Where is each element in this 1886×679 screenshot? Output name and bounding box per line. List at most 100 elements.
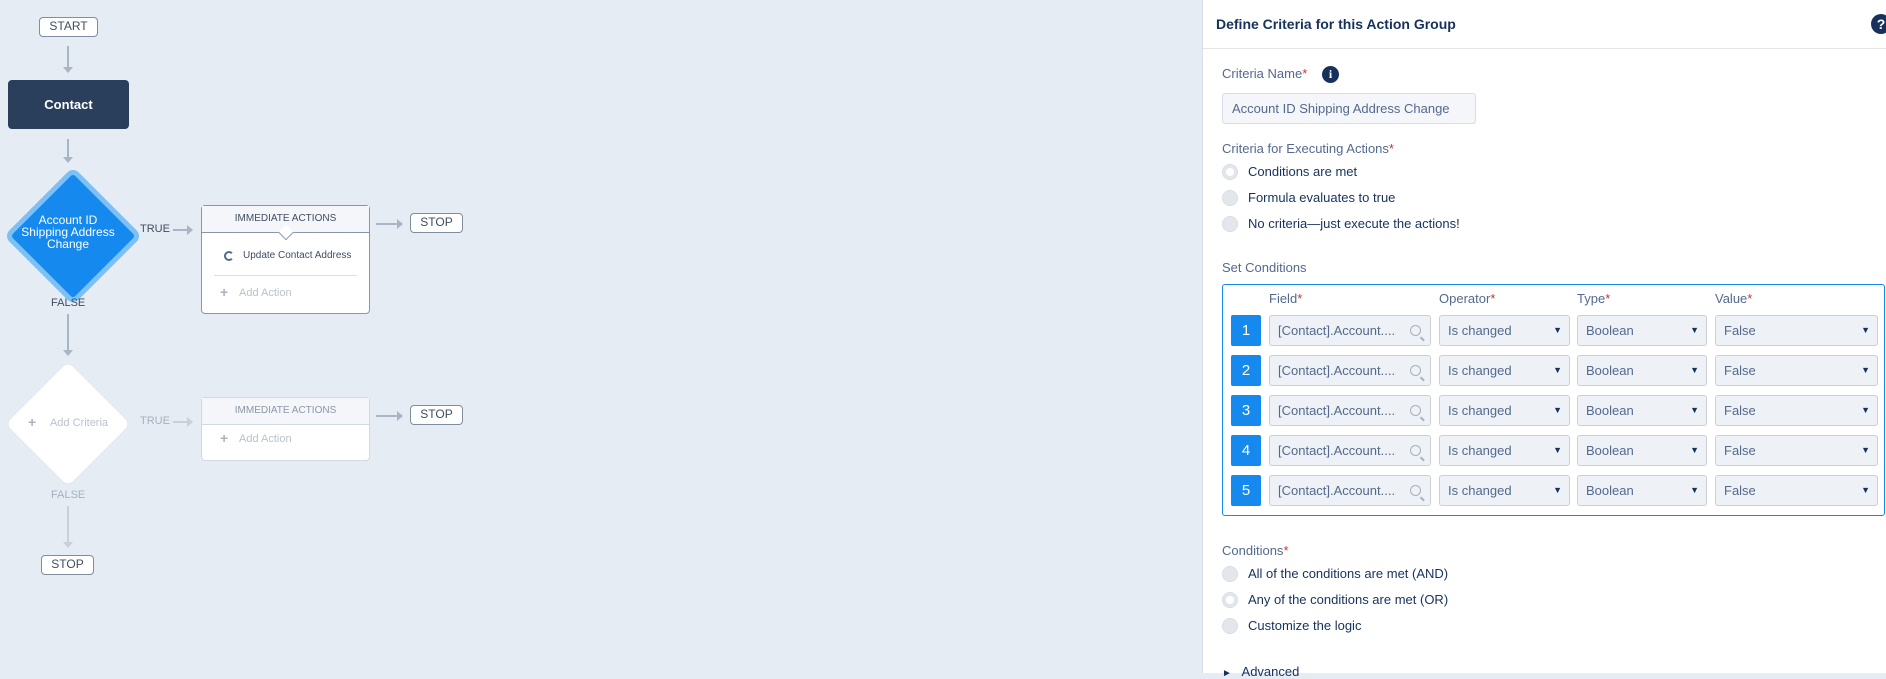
start-node[interactable]: START [39, 17, 98, 37]
criteria-exec-label: Criteria for Executing Actions* [1222, 141, 1394, 156]
col-value: Value* [1715, 291, 1752, 306]
row-number: 1 [1231, 315, 1261, 346]
plus-icon: + [28, 414, 37, 430]
caret-down-icon: ▼ [1690, 365, 1699, 375]
action-item-label: Update Contact Address [243, 250, 352, 261]
chevron-right-icon: ► [1222, 668, 1232, 679]
connector-arrow [63, 157, 73, 163]
operator-select[interactable]: Is changed ▼ [1439, 395, 1570, 426]
operator-select[interactable]: Is changed ▼ [1439, 435, 1570, 466]
advanced-label: Advanced [1241, 664, 1300, 679]
header-pointer [277, 224, 294, 241]
refresh-icon [224, 251, 234, 261]
search-icon [1410, 405, 1421, 416]
connector [173, 421, 187, 423]
panel-title: Define Criteria for this Action Group [1216, 16, 1456, 32]
value-select[interactable]: False ▼ [1715, 475, 1878, 506]
operator-value: Is changed [1448, 403, 1512, 418]
conditions-label: Conditions* [1222, 543, 1289, 558]
caret-down-icon: ▼ [1861, 485, 1870, 495]
field-lookup[interactable]: [Contact].Account.... [1269, 435, 1431, 466]
radio-conditions-met-label: Conditions are met [1248, 164, 1358, 179]
connector [67, 46, 69, 68]
type-select[interactable]: Boolean ▼ [1577, 355, 1707, 386]
row-number: 4 [1231, 435, 1261, 466]
operator-select[interactable]: Is changed ▼ [1439, 475, 1570, 506]
panel-header: Define Criteria for this Action Group ? [1203, 0, 1886, 49]
type-select[interactable]: Boolean ▼ [1577, 315, 1707, 346]
help-icon[interactable]: ? [1871, 14, 1886, 34]
search-icon [1410, 445, 1421, 456]
connector [376, 223, 397, 225]
info-icon[interactable]: i [1322, 66, 1339, 83]
connector-arrow [187, 417, 193, 427]
caret-down-icon: ▼ [1553, 445, 1562, 455]
caret-down-icon: ▼ [1553, 405, 1562, 415]
immediate-actions-box[interactable]: IMMEDIATE ACTIONS Update Contact Address… [201, 205, 370, 314]
required-mark: * [1388, 141, 1394, 156]
immediate-actions-box[interactable]: IMMEDIATE ACTIONS + Add Action [201, 397, 370, 461]
process-canvas[interactable]: START Contact Account ID Shipping Addres… [0, 0, 1202, 673]
col-operator: Operator* [1439, 291, 1495, 306]
connector-arrow [63, 542, 73, 548]
add-action-button[interactable]: + Add Action [202, 284, 387, 305]
col-field: Field* [1269, 291, 1302, 306]
caret-down-icon: ▼ [1861, 445, 1870, 455]
type-select[interactable]: Boolean ▼ [1577, 395, 1707, 426]
caret-down-icon: ▼ [1553, 325, 1562, 335]
value-select[interactable]: False ▼ [1715, 435, 1878, 466]
criteria-panel: Define Criteria for this Action Group ? … [1202, 0, 1886, 679]
value-select[interactable]: False ▼ [1715, 355, 1878, 386]
search-icon [1410, 485, 1421, 496]
field-lookup[interactable]: [Contact].Account.... [1269, 475, 1431, 506]
stop-node[interactable]: STOP [410, 213, 463, 233]
col-field-text: Field [1269, 291, 1298, 306]
criteria-name-input[interactable]: Account ID Shipping Address Change [1222, 93, 1476, 124]
col-operator-text: Operator [1439, 291, 1491, 306]
advanced-toggle[interactable]: ► Advanced [1222, 664, 1299, 679]
caret-down-icon: ▼ [1861, 325, 1870, 335]
radio-no-criteria[interactable] [1222, 216, 1238, 232]
criteria-exec-text: Criteria for Executing Actions [1222, 141, 1389, 156]
value-select[interactable]: False ▼ [1715, 315, 1878, 346]
stop-node[interactable]: STOP [410, 405, 463, 425]
row-number: 3 [1231, 395, 1261, 426]
add-action-label: Add Action [239, 433, 292, 445]
connector [67, 139, 69, 157]
field-lookup[interactable]: [Contact].Account.... [1269, 315, 1431, 346]
field-value: [Contact].Account.... [1278, 403, 1396, 418]
operator-select[interactable]: Is changed ▼ [1439, 315, 1570, 346]
radio-formula[interactable] [1222, 190, 1238, 206]
radio-custom-logic[interactable] [1222, 618, 1238, 634]
immediate-actions-title: IMMEDIATE ACTIONS [234, 213, 337, 224]
action-item[interactable]: Update Contact Address [202, 249, 387, 269]
value-select[interactable]: False ▼ [1715, 395, 1878, 426]
connector-arrow [63, 67, 73, 73]
object-node-contact[interactable]: Contact [8, 80, 129, 129]
required-mark: * [1490, 291, 1496, 306]
set-conditions-label: Set Conditions [1222, 260, 1307, 275]
row-number: 2 [1231, 355, 1261, 386]
radio-or-label: Any of the conditions are met (OR) [1248, 592, 1449, 607]
type-select[interactable]: Boolean ▼ [1577, 435, 1707, 466]
field-lookup[interactable]: [Contact].Account.... [1269, 395, 1431, 426]
criteria-node-label: Account ID Shipping Address Change [21, 213, 115, 251]
connector [173, 229, 187, 231]
type-select[interactable]: Boolean ▼ [1577, 475, 1707, 506]
search-icon [1410, 365, 1421, 376]
add-action-button[interactable]: + Add Action [202, 430, 387, 451]
stop-node[interactable]: STOP [41, 555, 94, 575]
field-lookup[interactable]: [Contact].Account.... [1269, 355, 1431, 386]
radio-and[interactable] [1222, 566, 1238, 582]
radio-conditions-met[interactable] [1222, 164, 1238, 180]
operator-select[interactable]: Is changed ▼ [1439, 355, 1570, 386]
true-label: TRUE [140, 415, 170, 427]
immediate-actions-header: IMMEDIATE ACTIONS [202, 398, 369, 425]
operator-value: Is changed [1448, 483, 1512, 498]
caret-down-icon: ▼ [1861, 405, 1870, 415]
radio-or[interactable] [1222, 592, 1238, 608]
type-value: Boolean [1586, 483, 1634, 498]
type-value: Boolean [1586, 403, 1634, 418]
add-criteria-label: Add Criteria [49, 417, 109, 429]
immediate-actions-title: IMMEDIATE ACTIONS [234, 405, 337, 416]
